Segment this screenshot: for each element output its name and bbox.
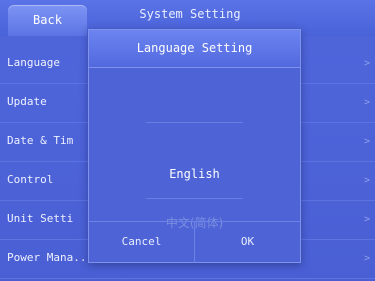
ok-button[interactable]: OK [195,222,300,263]
picker-divider [146,122,243,123]
dialog-title: Language Setting [89,30,300,68]
chevron-right-icon: > [363,136,370,147]
settings-screen: Back System Setting Language > Update > … [0,0,375,281]
cancel-button[interactable]: Cancel [89,222,195,263]
dialog-footer: Cancel OK [89,221,300,263]
menu-item-label: Language [7,56,60,69]
screen-title: System Setting [139,7,241,21]
picker-divider [146,198,243,199]
chevron-right-icon: > [363,58,370,69]
language-option-english[interactable]: English [89,167,300,181]
back-button[interactable]: Back [8,5,87,36]
chevron-right-icon: > [363,253,370,264]
language-dialog: Language Setting English 中文(简体) Cancel O… [88,29,301,263]
menu-item-label: Unit Setti [7,212,74,225]
chevron-right-icon: > [363,214,370,225]
menu-item-label: Control [7,173,54,186]
menu-item-label: Update [7,95,47,108]
menu-item-label: Power Mana... [7,251,94,264]
menu-item-label: Date & Tim [7,134,74,147]
chevron-right-icon: > [363,97,370,108]
chevron-right-icon: > [363,175,370,186]
